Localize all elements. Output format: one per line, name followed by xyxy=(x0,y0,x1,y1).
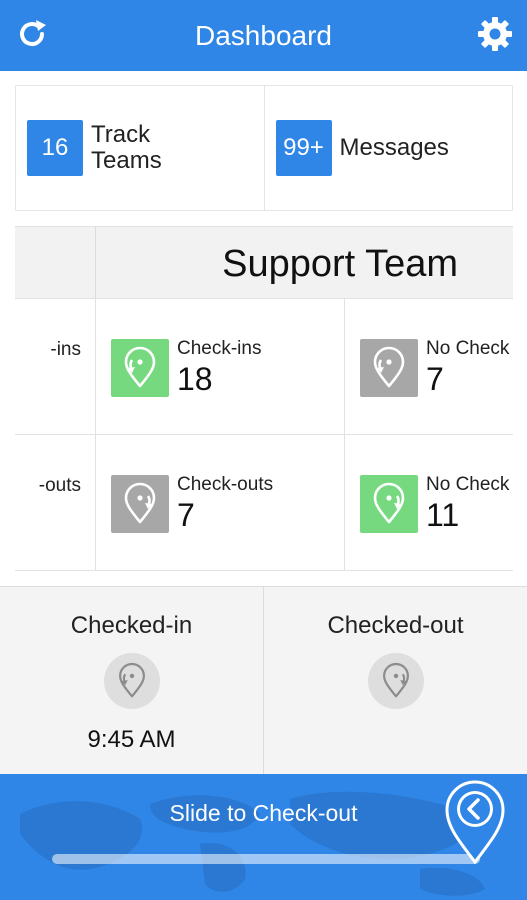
stat-label: No Check xyxy=(426,474,510,495)
team-stats-grid[interactable]: -ins -outs Check-ins 18 No Check 7 Check… xyxy=(15,299,513,571)
no-check-out-icon-box xyxy=(360,475,418,533)
app-header: Dashboard xyxy=(0,0,527,71)
track-teams-card[interactable]: 16 Track Teams xyxy=(16,86,264,210)
location-checkout-icon xyxy=(124,482,156,524)
messages-label: Messages xyxy=(339,134,449,161)
check-outs-stat[interactable]: Check-outs 7 xyxy=(96,435,344,570)
stat-label: Check-ins xyxy=(177,338,262,359)
stat-value: 11 xyxy=(426,497,460,533)
check-ins-stat[interactable]: Check-ins 18 xyxy=(96,299,344,435)
stat-label: No Check xyxy=(426,338,510,359)
partial-stat-cell: -outs xyxy=(15,435,95,570)
check-status-panel: Checked-in 9:45 AM Checked-out xyxy=(0,586,527,774)
checked-in-time: 9:45 AM xyxy=(87,726,176,753)
location-back-arrow-icon xyxy=(445,780,505,865)
no-check-in-icon-box xyxy=(360,339,418,397)
partial-stat-label: -outs xyxy=(38,475,81,496)
checked-out-title: Checked-out xyxy=(327,612,464,639)
page-title: Dashboard xyxy=(195,20,332,51)
partial-stat-cell: -ins xyxy=(15,299,95,435)
track-teams-count-badge: 16 xyxy=(27,120,83,176)
check-out-slider-bar: Slide to Check-out xyxy=(0,774,527,900)
gear-icon xyxy=(478,17,512,51)
location-checkout-icon xyxy=(373,482,405,524)
team-header: Support Team xyxy=(15,226,513,299)
messages-card[interactable]: 99+ Messages xyxy=(263,86,513,210)
slider-handle[interactable] xyxy=(444,780,506,865)
partial-stat-label: -ins xyxy=(50,339,81,360)
checked-in-status: Checked-in 9:45 AM xyxy=(0,587,263,774)
location-checkout-icon xyxy=(382,662,409,698)
team-header-divider xyxy=(95,227,96,298)
messages-count-badge: 99+ xyxy=(275,120,332,176)
checked-out-icon-circle xyxy=(367,653,424,709)
checked-out-status: Checked-out xyxy=(263,587,527,774)
check-out-icon-box xyxy=(111,475,169,533)
check-in-icon-box xyxy=(111,339,169,397)
no-check-ins-stat[interactable]: No Check 7 xyxy=(345,299,513,435)
stat-value: 7 xyxy=(177,497,195,533)
location-checkin-icon xyxy=(373,346,405,388)
stat-value: 7 xyxy=(426,361,444,397)
settings-button[interactable] xyxy=(475,14,515,54)
checked-in-title: Checked-in xyxy=(70,612,193,639)
location-checkin-icon xyxy=(124,346,156,388)
no-check-outs-stat[interactable]: No Check 11 xyxy=(345,435,513,570)
checked-in-icon-circle xyxy=(103,653,160,709)
team-name: Support Team xyxy=(222,243,458,285)
location-checkin-icon xyxy=(118,662,145,698)
track-teams-label: Track Teams xyxy=(91,121,162,174)
slider-track[interactable] xyxy=(52,854,480,864)
stat-label: Check-outs xyxy=(177,474,274,495)
summary-cards: 16 Track Teams 99+ Messages xyxy=(15,85,513,211)
stat-value: 18 xyxy=(177,361,213,397)
